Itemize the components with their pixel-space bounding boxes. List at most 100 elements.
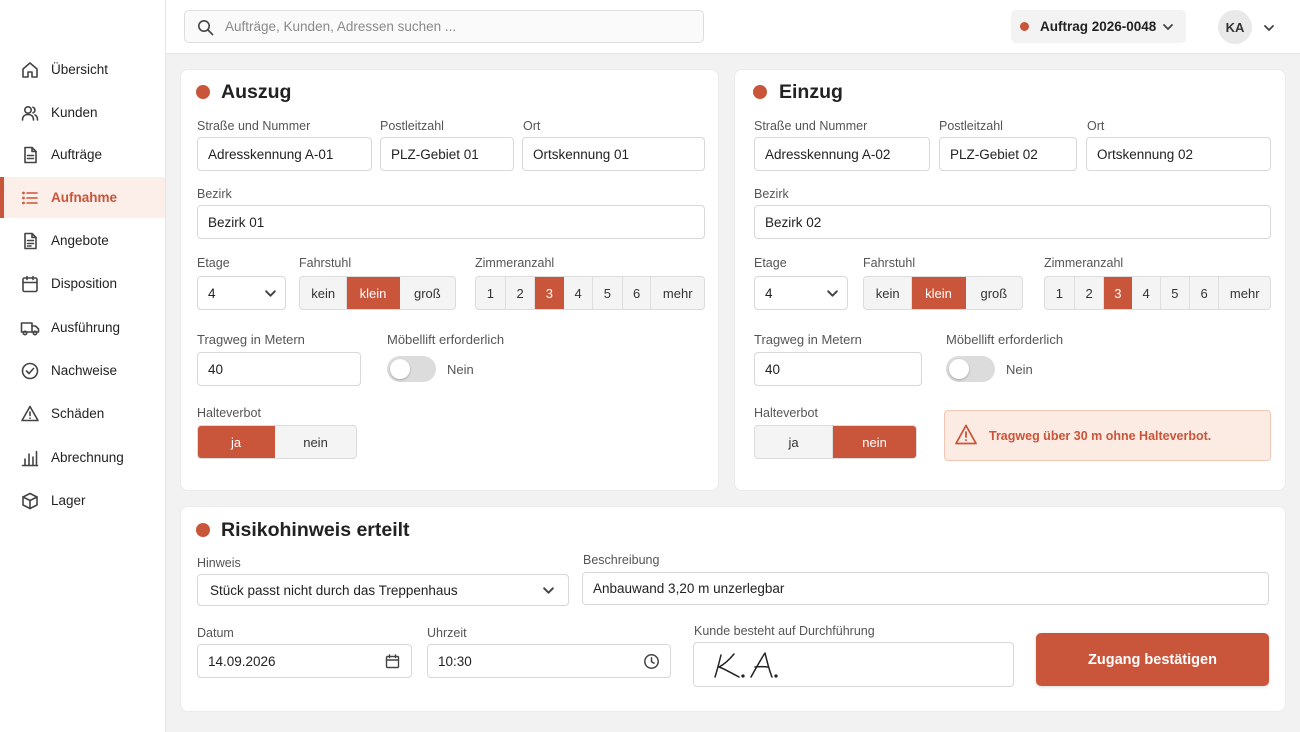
topbar: Auftrag 2026-0048 KA (166, 0, 1300, 54)
sidebar-item-label: Schäden (51, 406, 105, 421)
sidebar: Übersicht Kunden Aufträge Aufnahme Angeb… (0, 0, 166, 732)
zip-input[interactable]: PLZ-Gebiet 01 (380, 137, 514, 171)
rooms-option-4[interactable]: 4 (564, 277, 593, 309)
signature-pad[interactable] (693, 642, 1014, 687)
document-icon (20, 145, 40, 165)
description-input[interactable]: Anbauwand 3,20 m unzerlegbar (582, 572, 1269, 605)
date-value: 14.09.2026 (208, 653, 276, 669)
order-label: Auftrag 2026-0048 (1040, 19, 1157, 34)
rooms-option-4[interactable]: 4 (1132, 277, 1161, 309)
rooms-option-mehr[interactable]: mehr (1219, 277, 1270, 309)
city-label: Ort (523, 119, 541, 133)
elevator-label: Fahrstuhl (863, 256, 916, 270)
search-input[interactable] (225, 11, 695, 42)
sidebar-item-label: Aufnahme (51, 190, 118, 205)
time-input[interactable]: 10:30 (427, 644, 671, 678)
rooms-segmented: 1 2 3 4 5 6 mehr (475, 276, 705, 310)
carry-distance-input[interactable]: 40 (197, 352, 361, 386)
truck-icon (20, 318, 40, 338)
rooms-option-5[interactable]: 5 (1161, 277, 1190, 309)
order-selector[interactable]: Auftrag 2026-0048 (1011, 10, 1186, 43)
rooms-option-5[interactable]: 5 (593, 277, 623, 309)
calendar-icon[interactable] (384, 653, 401, 670)
search-icon (197, 19, 214, 36)
toggle-knob (390, 359, 410, 379)
avatar[interactable]: KA (1218, 10, 1252, 44)
rooms-option-3[interactable]: 3 (1104, 277, 1133, 309)
chevron-down-icon[interactable] (1263, 21, 1275, 33)
zip-input[interactable]: PLZ-Gebiet 02 (939, 137, 1077, 171)
document-text-icon (20, 231, 40, 251)
carry-label: Tragweg in Metern (197, 332, 305, 347)
city-input[interactable]: Ortskennung 01 (522, 137, 705, 171)
floor-select[interactable]: 4 (754, 276, 848, 310)
search-box (184, 10, 704, 43)
sidebar-item-label: Nachweise (51, 363, 118, 378)
sidebar-item-disposition[interactable]: Disposition (0, 263, 165, 304)
noparking-option-ja[interactable]: ja (198, 426, 276, 458)
sidebar-item-label: Übersicht (51, 62, 109, 77)
check-circle-icon (20, 361, 40, 381)
clock-icon[interactable] (643, 653, 660, 670)
street-input[interactable]: Adresskennung A-01 (197, 137, 372, 171)
elevator-option-gross[interactable]: groß (966, 277, 1022, 309)
street-input[interactable]: Adresskennung A-02 (754, 137, 930, 171)
rooms-option-1[interactable]: 1 (1045, 277, 1075, 309)
elevator-option-klein[interactable]: klein (347, 277, 400, 309)
zip-label: Postleitzahl (939, 119, 1003, 133)
floor-select[interactable]: 4 (197, 276, 286, 310)
noparking-option-nein[interactable]: nein (833, 426, 916, 458)
elevator-segmented: kein klein groß (299, 276, 456, 310)
city-input[interactable]: Ortskennung 02 (1086, 137, 1271, 171)
elevator-option-gross[interactable]: groß (400, 277, 455, 309)
street-label: Straße und Nummer (754, 119, 868, 133)
elevator-option-kein[interactable]: kein (864, 277, 913, 309)
lift-toggle[interactable] (387, 356, 436, 382)
sidebar-item-aufnahme[interactable]: Aufnahme (0, 177, 165, 218)
sidebar-item-angebote[interactable]: Angebote (0, 220, 165, 261)
city-label: Ort (1087, 119, 1105, 133)
rooms-option-2[interactable]: 2 (1075, 277, 1105, 309)
elevator-label: Fahrstuhl (299, 256, 352, 270)
sidebar-item-ausfuehrung[interactable]: Ausführung (0, 307, 165, 348)
sidebar-item-auftraege[interactable]: Aufträge (0, 134, 165, 175)
bar-chart-icon (20, 448, 40, 468)
risk-title: Risikohinweis erteilt (221, 519, 410, 541)
hint-select[interactable]: Stück passt nicht durch das Treppenhaus (197, 574, 569, 606)
district-input[interactable]: Bezirk 01 (197, 205, 705, 239)
rooms-label: Zimmeranzahl (475, 256, 555, 270)
home-icon (20, 60, 40, 80)
elevator-option-kein[interactable]: kein (300, 277, 348, 309)
sidebar-item-label: Kunden (51, 105, 98, 120)
noparking-option-nein[interactable]: nein (275, 426, 356, 458)
sidebar-item-schaeden[interactable]: Schäden (0, 393, 165, 434)
date-input[interactable]: 14.09.2026 (197, 644, 412, 678)
lift-state: Nein (1006, 362, 1033, 377)
customer-label: Kunde besteht auf Durchführung (694, 624, 875, 638)
rooms-option-3[interactable]: 3 (535, 277, 565, 309)
noparking-option-ja[interactable]: ja (755, 426, 834, 458)
einzug-title: Einzug (779, 81, 843, 103)
sidebar-item-label: Disposition (51, 276, 118, 291)
sidebar-item-uebersicht[interactable]: Übersicht (0, 49, 165, 90)
carry-distance-input[interactable]: 40 (754, 352, 922, 386)
rooms-option-6[interactable]: 6 (1190, 277, 1220, 309)
rooms-option-1[interactable]: 1 (476, 277, 506, 309)
signature-drawing (714, 652, 778, 678)
elevator-option-klein[interactable]: klein (912, 277, 966, 309)
sidebar-item-abrechnung[interactable]: Abrechnung (0, 437, 165, 478)
rooms-option-mehr[interactable]: mehr (651, 277, 704, 309)
lift-toggle[interactable] (946, 356, 995, 382)
elevator-segmented: kein klein groß (863, 276, 1023, 310)
sidebar-item-nachweise[interactable]: Nachweise (0, 350, 165, 391)
warning-text: Tragweg über 30 m ohne Halteverbot. (989, 429, 1212, 443)
district-input[interactable]: Bezirk 02 (754, 205, 1271, 239)
floor-label: Etage (754, 256, 787, 270)
box-icon (20, 491, 40, 511)
sidebar-item-lager[interactable]: Lager (0, 480, 165, 521)
rooms-option-2[interactable]: 2 (506, 277, 536, 309)
sidebar-item-kunden[interactable]: Kunden (0, 92, 165, 133)
status-dot (196, 523, 210, 537)
rooms-option-6[interactable]: 6 (623, 277, 652, 309)
confirm-button[interactable]: Zugang bestätigen (1036, 633, 1269, 686)
